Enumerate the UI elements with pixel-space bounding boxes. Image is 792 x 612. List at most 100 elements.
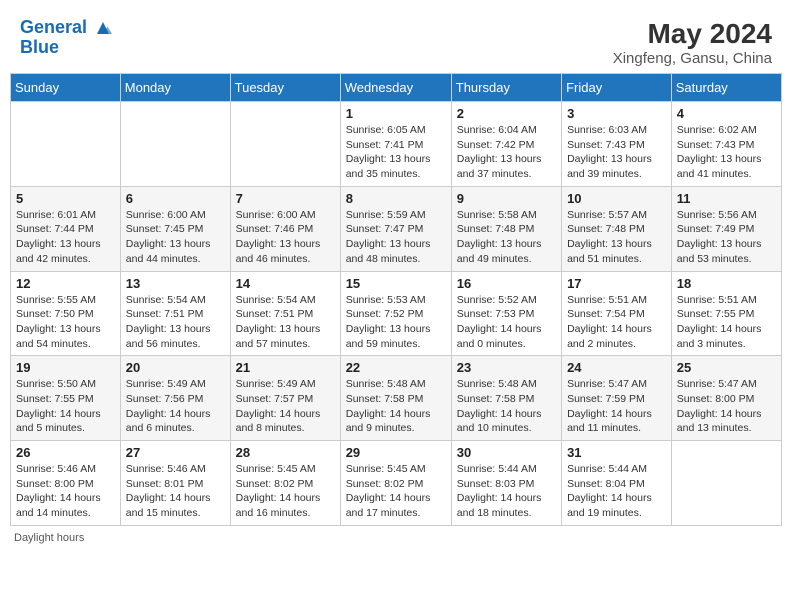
calendar-cell (230, 102, 340, 187)
calendar-cell: 17 Sunrise: 5:51 AMSunset: 7:54 PMDayligh… (562, 271, 672, 356)
day-number: 26 (16, 445, 115, 460)
calendar-cell: 30 Sunrise: 5:44 AMSunset: 8:03 PMDayligh… (451, 441, 561, 526)
calendar-week-row: 1 Sunrise: 6:05 AMSunset: 7:41 PMDaylight… (11, 102, 782, 187)
day-number: 2 (457, 106, 556, 121)
calendar-cell: 7 Sunrise: 6:00 AMSunset: 7:46 PMDaylight… (230, 186, 340, 271)
day-number: 17 (567, 276, 666, 291)
day-number: 19 (16, 360, 115, 375)
day-number: 24 (567, 360, 666, 375)
day-number: 14 (236, 276, 335, 291)
day-number: 7 (236, 191, 335, 206)
day-info: Sunrise: 5:48 AMSunset: 7:58 PMDaylight:… (457, 377, 556, 436)
calendar-header-row: SundayMondayTuesdayWednesdayThursdayFrid… (11, 74, 782, 102)
calendar-day-header: Wednesday (340, 74, 451, 102)
daylight-label: Daylight hours (14, 532, 84, 544)
day-info: Sunrise: 5:54 AMSunset: 7:51 PMDaylight:… (236, 293, 335, 352)
calendar-day-header: Tuesday (230, 74, 340, 102)
calendar-cell: 14 Sunrise: 5:54 AMSunset: 7:51 PMDayligh… (230, 271, 340, 356)
calendar-cell: 6 Sunrise: 6:00 AMSunset: 7:45 PMDaylight… (120, 186, 230, 271)
calendar-cell: 29 Sunrise: 5:45 AMSunset: 8:02 PMDayligh… (340, 441, 451, 526)
day-info: Sunrise: 6:05 AMSunset: 7:41 PMDaylight:… (346, 123, 446, 182)
calendar-cell: 4 Sunrise: 6:02 AMSunset: 7:43 PMDaylight… (671, 102, 781, 187)
day-number: 9 (457, 191, 556, 206)
day-number: 6 (126, 191, 225, 206)
day-info: Sunrise: 5:57 AMSunset: 7:48 PMDaylight:… (567, 208, 666, 267)
day-info: Sunrise: 5:48 AMSunset: 7:58 PMDaylight:… (346, 377, 446, 436)
logo-subtext: Blue (20, 38, 112, 58)
day-number: 30 (457, 445, 556, 460)
day-number: 25 (677, 360, 776, 375)
calendar-cell: 5 Sunrise: 6:01 AMSunset: 7:44 PMDaylight… (11, 186, 121, 271)
day-info: Sunrise: 5:59 AMSunset: 7:47 PMDaylight:… (346, 208, 446, 267)
title-block: May 2024 Xingfeng, Gansu, China (613, 18, 772, 67)
calendar-cell: 19Sunrise: 5:50 AMSunset: 7:55 PMDayligh… (11, 356, 121, 441)
day-number: 11 (677, 191, 776, 206)
calendar-cell: 9Sunrise: 5:58 AMSunset: 7:48 PMDaylight… (451, 186, 561, 271)
day-number: 1 (346, 106, 446, 121)
day-info: Sunrise: 5:51 AMSunset: 7:54 PMDaylight:… (567, 293, 666, 352)
day-number: 23 (457, 360, 556, 375)
calendar-cell: 23 Sunrise: 5:48 AMSunset: 7:58 PMDayligh… (451, 356, 561, 441)
calendar-cell: 18Sunrise: 5:51 AMSunset: 7:55 PMDayligh… (671, 271, 781, 356)
day-info: Sunrise: 5:45 AMSunset: 8:02 PMDaylight:… (236, 462, 335, 521)
day-number: 13 (126, 276, 225, 291)
header: General Blue May 2024 Xingfeng, Gansu, C… (10, 10, 782, 73)
day-info: Sunrise: 6:01 AMSunset: 7:44 PMDaylight:… (16, 208, 115, 267)
calendar-day-header: Friday (562, 74, 672, 102)
day-info: Sunrise: 6:00 AMSunset: 7:45 PMDaylight:… (126, 208, 225, 267)
calendar-cell (671, 441, 781, 526)
calendar-cell: 31Sunrise: 5:44 AMSunset: 8:04 PMDayligh… (562, 441, 672, 526)
day-number: 29 (346, 445, 446, 460)
day-number: 27 (126, 445, 225, 460)
calendar-week-row: 19Sunrise: 5:50 AMSunset: 7:55 PMDayligh… (11, 356, 782, 441)
day-info: Sunrise: 5:53 AMSunset: 7:52 PMDaylight:… (346, 293, 446, 352)
calendar-day-header: Thursday (451, 74, 561, 102)
day-info: Sunrise: 5:46 AMSunset: 8:01 PMDaylight:… (126, 462, 225, 521)
day-number: 18 (677, 276, 776, 291)
calendar-cell: 28 Sunrise: 5:45 AMSunset: 8:02 PMDayligh… (230, 441, 340, 526)
logo: General Blue (20, 18, 112, 58)
calendar-cell: 8Sunrise: 5:59 AMSunset: 7:47 PMDaylight… (340, 186, 451, 271)
day-info: Sunrise: 6:02 AMSunset: 7:43 PMDaylight:… (677, 123, 776, 182)
calendar-table: SundayMondayTuesdayWednesdayThursdayFrid… (10, 73, 782, 526)
calendar-cell: 25Sunrise: 5:47 AMSunset: 8:00 PMDayligh… (671, 356, 781, 441)
day-number: 21 (236, 360, 335, 375)
calendar-cell: 27 Sunrise: 5:46 AMSunset: 8:01 PMDayligh… (120, 441, 230, 526)
calendar-week-row: 26 Sunrise: 5:46 AMSunset: 8:00 PMDayligh… (11, 441, 782, 526)
day-number: 16 (457, 276, 556, 291)
calendar-cell: 11 Sunrise: 5:56 AMSunset: 7:49 PMDayligh… (671, 186, 781, 271)
location: Xingfeng, Gansu, China (613, 50, 772, 67)
day-number: 20 (126, 360, 225, 375)
calendar-cell: 22 Sunrise: 5:48 AMSunset: 7:58 PMDayligh… (340, 356, 451, 441)
day-info: Sunrise: 5:44 AMSunset: 8:03 PMDaylight:… (457, 462, 556, 521)
calendar-cell (120, 102, 230, 187)
day-info: Sunrise: 5:47 AMSunset: 7:59 PMDaylight:… (567, 377, 666, 436)
day-info: Sunrise: 5:56 AMSunset: 7:49 PMDaylight:… (677, 208, 776, 267)
calendar-cell: 3 Sunrise: 6:03 AMSunset: 7:43 PMDaylight… (562, 102, 672, 187)
day-info: Sunrise: 5:46 AMSunset: 8:00 PMDaylight:… (16, 462, 115, 521)
calendar-week-row: 12Sunrise: 5:55 AMSunset: 7:50 PMDayligh… (11, 271, 782, 356)
day-number: 31 (567, 445, 666, 460)
day-info: Sunrise: 5:49 AMSunset: 7:57 PMDaylight:… (236, 377, 335, 436)
day-info: Sunrise: 5:54 AMSunset: 7:51 PMDaylight:… (126, 293, 225, 352)
day-number: 5 (16, 191, 115, 206)
day-info: Sunrise: 5:45 AMSunset: 8:02 PMDaylight:… (346, 462, 446, 521)
day-number: 4 (677, 106, 776, 121)
day-number: 28 (236, 445, 335, 460)
calendar-cell: 2Sunrise: 6:04 AMSunset: 7:42 PMDaylight… (451, 102, 561, 187)
day-number: 15 (346, 276, 446, 291)
calendar-cell: 26 Sunrise: 5:46 AMSunset: 8:00 PMDayligh… (11, 441, 121, 526)
day-info: Sunrise: 6:03 AMSunset: 7:43 PMDaylight:… (567, 123, 666, 182)
calendar-cell: 12Sunrise: 5:55 AMSunset: 7:50 PMDayligh… (11, 271, 121, 356)
calendar-day-header: Monday (120, 74, 230, 102)
day-number: 22 (346, 360, 446, 375)
calendar-cell: 10Sunrise: 5:57 AMSunset: 7:48 PMDayligh… (562, 186, 672, 271)
day-number: 3 (567, 106, 666, 121)
calendar-cell: 13 Sunrise: 5:54 AMSunset: 7:51 PMDayligh… (120, 271, 230, 356)
calendar-cell: 16 Sunrise: 5:52 AMSunset: 7:53 PMDayligh… (451, 271, 561, 356)
day-info: Sunrise: 5:52 AMSunset: 7:53 PMDaylight:… (457, 293, 556, 352)
footer: Daylight hours (10, 532, 782, 544)
day-info: Sunrise: 6:00 AMSunset: 7:46 PMDaylight:… (236, 208, 335, 267)
calendar-cell: 1 Sunrise: 6:05 AMSunset: 7:41 PMDaylight… (340, 102, 451, 187)
calendar-cell: 20Sunrise: 5:49 AMSunset: 7:56 PMDayligh… (120, 356, 230, 441)
